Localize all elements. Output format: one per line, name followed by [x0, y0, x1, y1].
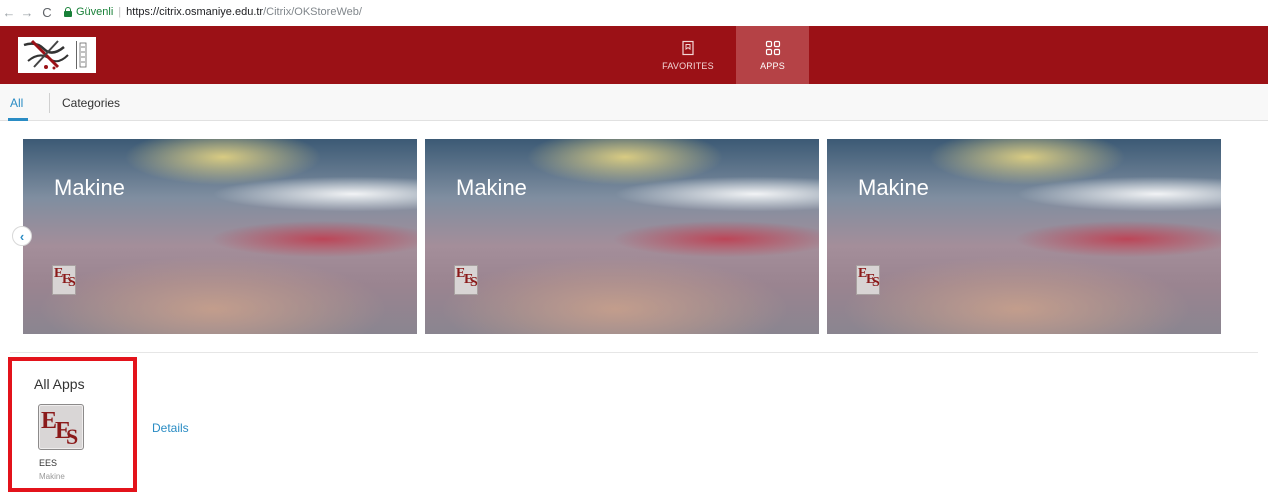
- app-category: Makine: [39, 472, 65, 481]
- banner-title: Makine: [54, 175, 125, 200]
- details-link[interactable]: Details: [152, 421, 189, 435]
- subnav-divider: [49, 93, 50, 113]
- university-logo: [18, 37, 96, 73]
- tab-favorites-label: FAVORITES: [662, 60, 714, 71]
- subnav-bar: All Categories: [0, 84, 1268, 121]
- bookmark-icon: [682, 40, 694, 55]
- ees-app-icon: EES: [52, 265, 76, 295]
- tab-apps-label: APPS: [760, 60, 785, 71]
- subnav-item-categories[interactable]: Categories: [62, 96, 120, 110]
- section-title-all-apps: All Apps: [34, 376, 85, 392]
- url-separator: |: [118, 6, 122, 18]
- subnav-item-all[interactable]: All: [10, 96, 23, 110]
- app-name[interactable]: EES: [39, 458, 57, 468]
- lock-icon: [64, 6, 72, 17]
- featured-banner[interactable]: Makine EES: [425, 139, 819, 334]
- active-tab-indicator: [8, 118, 28, 121]
- ees-app-icon: EES: [454, 265, 478, 295]
- featured-banner[interactable]: Makine EES: [23, 139, 417, 334]
- tab-apps[interactable]: APPS: [736, 26, 809, 84]
- url-path[interactable]: /Citrix/OKStoreWeb/: [263, 6, 362, 18]
- grid-icon: [765, 40, 780, 55]
- arrow-right-icon[interactable]: →: [20, 5, 34, 20]
- reload-icon[interactable]: C: [40, 5, 54, 20]
- url-host[interactable]: https://citrix.osmaniye.edu.tr: [126, 6, 263, 18]
- app-header: FAVORITES APPS: [0, 26, 1268, 84]
- section-divider: [10, 352, 1258, 353]
- banner-title: Makine: [456, 175, 527, 200]
- ees-app-icon[interactable]: EES: [38, 404, 84, 450]
- featured-banner[interactable]: Makine EES: [827, 139, 1221, 334]
- banner-title: Makine: [858, 175, 929, 200]
- tab-favorites[interactable]: FAVORITES: [656, 26, 720, 84]
- secure-label: Güvenli: [76, 6, 114, 18]
- chevron-left-icon[interactable]: ‹: [12, 226, 32, 246]
- browser-address-bar: ← → C Güvenli | https://citrix.osmaniye.…: [0, 0, 1268, 24]
- ees-app-icon: EES: [856, 265, 880, 295]
- arrow-left-icon[interactable]: ←: [2, 5, 16, 20]
